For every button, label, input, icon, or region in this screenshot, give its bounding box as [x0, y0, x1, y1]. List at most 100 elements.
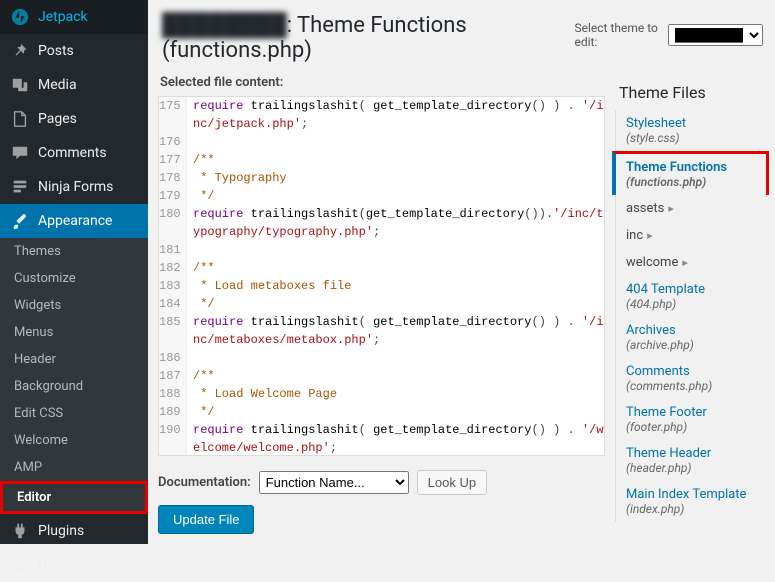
- file-sub: (functions.php): [626, 175, 760, 189]
- file-sub: (index.php): [626, 502, 763, 516]
- code-line[interactable]: 182/**: [159, 259, 604, 277]
- file-item-comments[interactable]: Comments(comments.php): [616, 358, 769, 399]
- sidebar-label: Ninja Forms: [38, 179, 113, 195]
- sidebar-sub-menus[interactable]: Menus: [0, 319, 148, 346]
- page-icon: [10, 109, 30, 129]
- code-line[interactable]: 190require trailingslashit( get_template…: [159, 421, 604, 456]
- line-number: 180: [159, 205, 187, 241]
- file-sub: (archive.php): [626, 338, 763, 352]
- code-line[interactable]: 186: [159, 349, 604, 367]
- users-icon: [10, 555, 30, 575]
- sidebar-item-users[interactable]: Users: [0, 548, 148, 582]
- update-file-button[interactable]: Update File: [158, 505, 254, 534]
- theme-select[interactable]: ████████: [668, 24, 763, 46]
- sidebar-item-media[interactable]: Media: [0, 68, 148, 102]
- code-line[interactable]: 181: [159, 241, 604, 259]
- file-item-archives[interactable]: Archives(archive.php): [616, 317, 769, 358]
- file-sub: (header.php): [626, 461, 763, 475]
- sidebar-sub-edit-css[interactable]: Edit CSS: [0, 400, 148, 427]
- function-name-select[interactable]: Function Name...: [259, 471, 409, 494]
- code-line[interactable]: 185require trailingslashit( get_template…: [159, 313, 604, 349]
- file-item-assets[interactable]: assets: [616, 195, 769, 222]
- code-line[interactable]: 180require trailingslashit(get_template_…: [159, 205, 604, 241]
- page-title: ████████: Theme Functions (functions.php…: [162, 12, 574, 63]
- lookup-button[interactable]: Look Up: [417, 470, 487, 495]
- code-text: require trailingslashit( get_template_di…: [187, 97, 604, 133]
- main-content: ████████: Theme Functions (functions.php…: [148, 0, 775, 544]
- file-item-theme-header[interactable]: Theme Header(header.php): [616, 440, 769, 481]
- line-number: 186: [159, 349, 187, 367]
- line-number: 184: [159, 295, 187, 313]
- line-number: 188: [159, 385, 187, 403]
- line-number: 183: [159, 277, 187, 295]
- code-editor[interactable]: 175require trailingslashit( get_template…: [158, 96, 605, 456]
- theme-files-title: Theme Files: [619, 83, 769, 102]
- file-item-theme-functions[interactable]: Theme Functions(functions.php): [612, 151, 769, 195]
- code-line[interactable]: 183 * Load metaboxes file: [159, 277, 604, 295]
- line-number: 177: [159, 151, 187, 169]
- sidebar-item-posts[interactable]: Posts: [0, 34, 148, 68]
- sidebar-item-jetpack[interactable]: Jetpack: [0, 0, 148, 34]
- media-icon: [10, 75, 30, 95]
- sidebar-sub-amp[interactable]: AMP: [0, 454, 148, 481]
- sidebar-label: Posts: [38, 43, 74, 59]
- sidebar-sub-themes[interactable]: Themes: [0, 238, 148, 265]
- code-text: /**: [187, 259, 604, 277]
- sidebar-sub-customize[interactable]: Customize: [0, 265, 148, 292]
- code-text: * Typography: [187, 169, 604, 187]
- code-line[interactable]: 184 */: [159, 295, 604, 313]
- code-line[interactable]: 188 * Load Welcome Page: [159, 385, 604, 403]
- code-line[interactable]: 177/**: [159, 151, 604, 169]
- sidebar-item-ninja-forms[interactable]: Ninja Forms: [0, 170, 148, 204]
- code-line[interactable]: 175require trailingslashit( get_template…: [159, 97, 604, 133]
- sidebar-item-appearance[interactable]: Appearance: [0, 204, 148, 238]
- file-sub: (footer.php): [626, 420, 763, 434]
- line-number: 189: [159, 403, 187, 421]
- code-line[interactable]: 189 */: [159, 403, 604, 421]
- code-text: [187, 133, 604, 151]
- line-number: 190: [159, 421, 187, 456]
- sidebar-label: Comments: [38, 145, 107, 161]
- code-text: */: [187, 187, 604, 205]
- sidebar-submenu: ThemesCustomizeWidgetsMenusHeaderBackgro…: [0, 238, 148, 514]
- sidebar-sub-header[interactable]: Header: [0, 346, 148, 373]
- code-text: */: [187, 403, 604, 421]
- sidebar-sub-background[interactable]: Background: [0, 373, 148, 400]
- sidebar-label: Pages: [38, 111, 77, 127]
- file-item-inc[interactable]: inc: [616, 222, 769, 249]
- file-sub: (comments.php): [626, 379, 763, 393]
- code-text: */: [187, 295, 604, 313]
- file-item-404-template[interactable]: 404 Template(404.php): [616, 276, 769, 317]
- code-line[interactable]: 178 * Typography: [159, 169, 604, 187]
- sidebar-item-pages[interactable]: Pages: [0, 102, 148, 136]
- code-line[interactable]: 187/**: [159, 367, 604, 385]
- code-line[interactable]: 179 */: [159, 187, 604, 205]
- line-number: 187: [159, 367, 187, 385]
- line-number: 181: [159, 241, 187, 259]
- file-item-welcome[interactable]: welcome: [616, 249, 769, 276]
- sidebar-label: Appearance: [38, 213, 112, 229]
- code-text: require trailingslashit( get_template_di…: [187, 313, 604, 349]
- file-item-main-index-template[interactable]: Main Index Template(index.php): [616, 481, 769, 522]
- file-item-stylesheet[interactable]: Stylesheet(style.css): [616, 110, 769, 151]
- file-sub: (style.css): [626, 131, 763, 145]
- documentation-label: Documentation:: [158, 475, 251, 490]
- code-line[interactable]: 176: [159, 133, 604, 151]
- sidebar-label: Jetpack: [38, 9, 88, 25]
- select-theme-label: Select theme to edit:: [574, 21, 662, 49]
- sidebar-item-plugins[interactable]: Plugins: [0, 514, 148, 548]
- line-number: 179: [159, 187, 187, 205]
- file-item-theme-footer[interactable]: Theme Footer(footer.php): [616, 399, 769, 440]
- line-number: 175: [159, 97, 187, 133]
- sidebar-item-comments[interactable]: Comments: [0, 136, 148, 170]
- code-text: /**: [187, 367, 604, 385]
- file-sub: (404.php): [626, 297, 763, 311]
- sidebar-sub-welcome[interactable]: Welcome: [0, 427, 148, 454]
- code-text: * Load Welcome Page: [187, 385, 604, 403]
- sidebar-sub-widgets[interactable]: Widgets: [0, 292, 148, 319]
- sidebar-sub-editor[interactable]: Editor: [0, 481, 148, 514]
- line-number: 178: [159, 169, 187, 187]
- code-text: * Load metaboxes file: [187, 277, 604, 295]
- code-text: /**: [187, 151, 604, 169]
- theme-select-group: Select theme to edit: ████████: [574, 21, 763, 49]
